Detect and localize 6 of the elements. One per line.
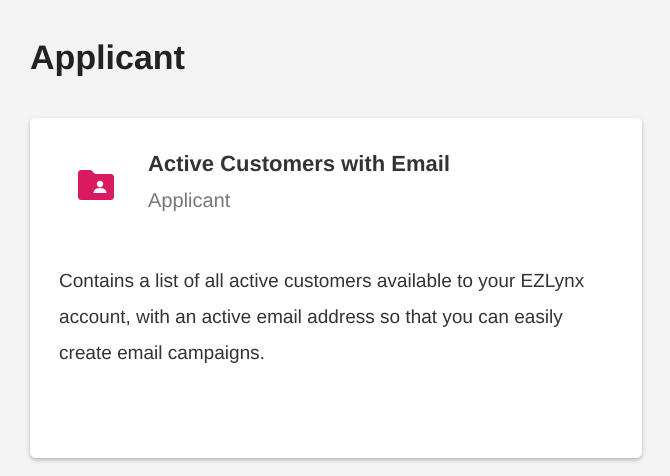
- folder-person-icon: [78, 170, 114, 200]
- page-heading: Applicant: [30, 38, 186, 78]
- card-title: Active Customers with Email: [148, 150, 450, 178]
- card-description: Contains a list of all active customers available to your EZLynx account, with an active email address so that you can easily create email campaigns.: [59, 270, 586, 366]
- report-card[interactable]: Active Customers with Email Applicant Contains a list of all active customers available to your EZLynx account, with an active email address so that you can easily create email campaigns.: [30, 118, 642, 458]
- card-subtitle: Applicant: [148, 189, 232, 214]
